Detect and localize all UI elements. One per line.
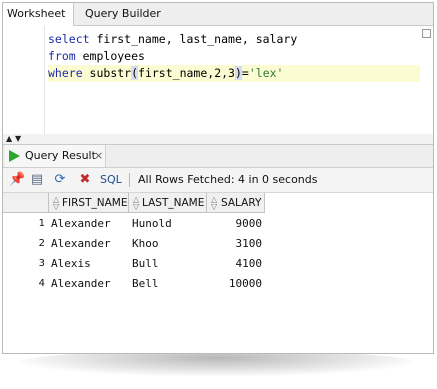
column-header-label: SALARY (221, 197, 262, 209)
row-number: 1 (38, 218, 45, 229)
tab-worksheet[interactable]: Worksheet (3, 3, 74, 26)
row-number-header[interactable] (3, 193, 49, 213)
code-line[interactable]: from employees (48, 48, 420, 65)
table-row[interactable]: 1 Alexander Hunold 9000 (3, 214, 265, 234)
line-gutter (3, 26, 45, 134)
result-toolbar: 📌 ▤ ⟳ ✖ SQL All Rows Fetched: 4 in 0 sec… (3, 168, 433, 193)
column-header-label: FIRST_NAME (62, 197, 128, 209)
sql-paren: ) (234, 66, 242, 80)
cancel-icon[interactable]: ✖ (77, 172, 93, 188)
sql-text: employees (75, 49, 145, 63)
sql-code[interactable]: select first_name, last_name, salary from… (48, 31, 420, 82)
close-icon[interactable]: × (94, 145, 103, 167)
sql-button[interactable]: SQL (100, 172, 122, 188)
collapse-down-icon[interactable]: ▼ (15, 135, 21, 143)
cell-first-name[interactable]: Alexander (49, 214, 129, 234)
column-header-first-name[interactable]: △ ▽ FIRST_NAME (49, 193, 129, 213)
toolbar-separator (129, 173, 130, 187)
run-play-icon (9, 150, 20, 162)
scroll-box-icon[interactable] (422, 29, 431, 38)
sql-keyword: select (48, 32, 90, 46)
code-line[interactable]: where substr(first_name,2,3)='lex' (48, 65, 420, 82)
results-grid: △ ▽ FIRST_NAME △ ▽ LAST_NAME △ ▽ SALARY 1 A… (3, 193, 433, 353)
cell-first-name[interactable]: Alexis (49, 254, 129, 274)
code-line[interactable]: select first_name, last_name, salary (48, 31, 420, 48)
cell-last-name[interactable]: Khoo (130, 234, 208, 254)
column-header-last-name[interactable]: △ ▽ LAST_NAME (129, 193, 207, 213)
editor-tab-bar: Worksheet Query Builder (3, 3, 433, 26)
cell-last-name[interactable]: Bull (130, 254, 208, 274)
cell-salary[interactable]: 4100 (207, 254, 263, 274)
cell-last-name[interactable]: Bell (130, 274, 208, 294)
tab-query-result[interactable]: Query Result × (5, 145, 106, 167)
column-header-salary[interactable]: △ ▽ SALARY (207, 193, 265, 213)
fetch-status: All Rows Fetched: 4 in 0 seconds (138, 173, 318, 186)
cell-first-name[interactable]: Alexander (49, 234, 129, 254)
query-result-label: Query Result (25, 149, 96, 162)
refresh-icon[interactable]: ⟳ (52, 172, 68, 188)
sort-icon[interactable]: △ ▽ (211, 196, 218, 211)
tab-query-builder[interactable]: Query Builder (85, 3, 161, 25)
sql-keyword: where (48, 66, 83, 80)
column-header-label: LAST_NAME (142, 197, 205, 209)
sort-icon[interactable]: △ ▽ (133, 196, 140, 211)
sql-string: 'lex' (248, 66, 284, 80)
result-tab-bar: Query Result × (3, 145, 433, 168)
collapse-up-icon[interactable]: ▲ (6, 135, 12, 143)
printer-icon[interactable]: ▤ (29, 172, 45, 188)
sql-editor[interactable]: select first_name, last_name, salary from… (3, 26, 433, 135)
cell-salary[interactable]: 10000 (207, 274, 262, 294)
panel-splitter[interactable]: ▲ ▼ (3, 134, 433, 145)
row-number: 4 (38, 278, 45, 289)
table-row[interactable]: 3 Alexis Bull 4100 (3, 254, 265, 274)
row-number: 3 (38, 258, 45, 269)
sql-paren: ( (131, 66, 139, 80)
sql-text: first_name,2,3 (138, 66, 235, 80)
sql-text: substr (82, 66, 132, 80)
cell-first-name[interactable]: Alexander (49, 274, 129, 294)
sql-text: first_name, last_name, salary (89, 32, 298, 46)
cell-last-name[interactable]: Hunold (130, 214, 208, 234)
pin-icon[interactable]: 📌 (9, 172, 25, 188)
sort-icon[interactable]: △ ▽ (53, 196, 60, 211)
editor-scrollbar[interactable] (422, 29, 431, 129)
sql-text: = (241, 66, 249, 80)
cell-salary[interactable]: 9000 (207, 214, 263, 234)
row-number: 2 (38, 238, 45, 249)
sql-keyword: from (48, 49, 76, 63)
worksheet-window: Worksheet Query Builder select first_nam… (2, 2, 434, 354)
cell-salary[interactable]: 3100 (207, 234, 263, 254)
table-row[interactable]: 4 Alexander Bell 10000 (3, 274, 265, 294)
table-row[interactable]: 2 Alexander Khoo 3100 (3, 234, 265, 254)
